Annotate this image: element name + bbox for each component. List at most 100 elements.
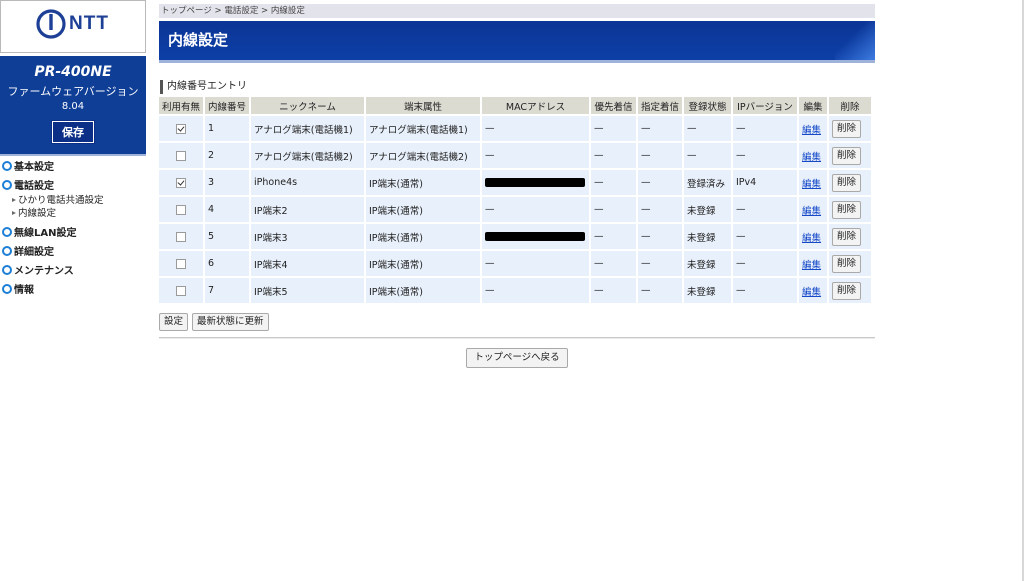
cell-priority: — xyxy=(591,224,636,251)
cell-status: 登録済み xyxy=(684,170,731,197)
nav-sub-label: ひかり電話共通設定 xyxy=(18,195,104,206)
edit-link[interactable]: 編集 xyxy=(802,179,821,190)
sidebar-nav: 基本設定 電話設定 ひかり電話共通設定 内線設定 無線LAN設定 詳細設定 メン… xyxy=(0,161,146,303)
delete-button[interactable]: 削除 xyxy=(832,119,862,138)
table-row: 5 IP端末3 IP端末(通常) — — 未登録 — 編集 削除 xyxy=(159,224,871,251)
cell-ipver: — xyxy=(733,116,797,143)
cell-number: 5 xyxy=(205,224,249,251)
edit-link[interactable]: 編集 xyxy=(802,287,821,298)
model-info: PR-400NE ファームウェアバージョン 8.04 保存 xyxy=(0,56,146,156)
cell-enabled xyxy=(159,143,203,170)
page-title-bar: 内線設定 xyxy=(159,21,875,63)
nav-item-label: 無線LAN設定 xyxy=(14,228,77,239)
nav-item-label: メンテナンス xyxy=(14,266,74,277)
table-header-row: 利用有無 内線番号 ニックネーム 端末属性 MACアドレス 優先着信 指定着信 … xyxy=(159,97,871,116)
back-to-top-button[interactable]: トップページへ戻る xyxy=(466,348,568,368)
extension-table: 利用有無 内線番号 ニックネーム 端末属性 MACアドレス 優先着信 指定着信 … xyxy=(157,97,873,305)
cell-edit: 編集 xyxy=(799,224,827,251)
bullet-icon xyxy=(2,246,12,256)
ntt-logo-icon xyxy=(36,9,66,39)
table-row: 4 IP端末2 IP端末(通常) — — — 未登録 — 編集 削除 xyxy=(159,197,871,224)
table-row: 3 iPhone4s IP端末(通常) — — 登録済み IPv4 編集 削除 xyxy=(159,170,871,197)
enabled-checkbox[interactable] xyxy=(176,123,186,134)
edit-link[interactable]: 編集 xyxy=(802,233,821,244)
enabled-checkbox[interactable] xyxy=(176,150,186,161)
cell-ipver: IPv4 xyxy=(733,170,797,197)
bullet-icon xyxy=(2,284,12,294)
enabled-checkbox[interactable] xyxy=(176,285,186,296)
nav-item-basic[interactable]: 基本設定 xyxy=(0,161,146,180)
triangle-right-icon xyxy=(12,198,16,202)
cell-delete: 削除 xyxy=(829,224,871,251)
edit-link[interactable]: 編集 xyxy=(802,152,821,163)
cell-status: 未登録 xyxy=(684,197,731,224)
enabled-checkbox[interactable] xyxy=(176,231,186,242)
cell-edit: 編集 xyxy=(799,170,827,197)
edit-link[interactable]: 編集 xyxy=(802,206,821,217)
nav-sub-hikari-common[interactable]: ひかり電話共通設定 xyxy=(0,195,146,208)
cell-mac: — xyxy=(482,143,589,170)
logo-text: NTT xyxy=(69,13,109,34)
nav-item-phone[interactable]: 電話設定 xyxy=(0,180,146,195)
firmware-label: ファームウェアバージョン xyxy=(7,85,139,98)
firmware-version: 8.04 xyxy=(61,101,85,112)
save-button[interactable]: 保存 xyxy=(51,120,95,144)
nav-item-info[interactable]: 情報 xyxy=(0,284,146,303)
enabled-checkbox[interactable] xyxy=(176,177,186,188)
delete-button[interactable]: 削除 xyxy=(832,200,862,219)
cell-mac xyxy=(482,170,589,197)
delete-button[interactable]: 削除 xyxy=(832,227,862,246)
cell-type: IP端末(通常) xyxy=(366,251,480,278)
cell-nickname: IP端末3 xyxy=(251,224,364,251)
nav-sub-extension[interactable]: 内線設定 xyxy=(0,208,146,221)
delete-button[interactable]: 削除 xyxy=(832,146,862,165)
cell-ipver: — xyxy=(733,224,797,251)
delete-button[interactable]: 削除 xyxy=(832,254,862,273)
col-mac: MACアドレス xyxy=(482,97,589,116)
col-status: 登録状態 xyxy=(684,97,731,116)
cell-enabled xyxy=(159,251,203,278)
col-delete: 削除 xyxy=(829,97,871,116)
nav-item-maintenance[interactable]: メンテナンス xyxy=(0,265,146,284)
model-name: PR-400NE xyxy=(34,64,112,80)
section-title: 内線番号エントリ xyxy=(160,80,875,94)
cell-designated: — xyxy=(638,197,682,224)
cell-nickname: アナログ端末(電話機2) xyxy=(251,143,364,170)
cell-enabled xyxy=(159,197,203,224)
enabled-checkbox[interactable] xyxy=(176,204,186,215)
nav-item-wlan[interactable]: 無線LAN設定 xyxy=(0,227,146,246)
cell-designated: — xyxy=(638,143,682,170)
cell-ipver: — xyxy=(733,197,797,224)
col-edit: 編集 xyxy=(799,97,827,116)
triangle-right-icon xyxy=(12,211,16,215)
apply-button[interactable]: 設定 xyxy=(159,313,189,331)
nav-item-advanced[interactable]: 詳細設定 xyxy=(0,246,146,265)
cell-nickname: iPhone4s xyxy=(251,170,364,197)
delete-button[interactable]: 削除 xyxy=(832,281,862,300)
cell-designated: — xyxy=(638,251,682,278)
cell-type: IP端末(通常) xyxy=(366,170,480,197)
cell-type: IP端末(通常) xyxy=(366,278,480,305)
cell-number: 7 xyxy=(205,278,249,305)
title-accent xyxy=(835,21,875,60)
table-row: 1 アナログ端末(電話機1) アナログ端末(電話機1) — — — — — 編集 削除 xyxy=(159,116,871,143)
bullet-icon xyxy=(2,161,12,171)
cell-number: 6 xyxy=(205,251,249,278)
edit-link[interactable]: 編集 xyxy=(802,260,821,271)
delete-button[interactable]: 削除 xyxy=(832,173,862,192)
cell-enabled xyxy=(159,224,203,251)
cell-designated: — xyxy=(638,278,682,305)
nav-item-label: 基本設定 xyxy=(14,162,54,173)
cell-status: 未登録 xyxy=(684,224,731,251)
sidebar: NTT PR-400NE ファームウェアバージョン 8.04 保存 基本設定 電… xyxy=(0,0,146,581)
edit-link[interactable]: 編集 xyxy=(802,125,821,136)
table-row: 6 IP端末4 IP端末(通常) — — — 未登録 — 編集 削除 xyxy=(159,251,871,278)
divider xyxy=(159,337,875,339)
cell-mac: — xyxy=(482,197,589,224)
bullet-icon xyxy=(2,265,12,275)
cell-delete: 削除 xyxy=(829,116,871,143)
refresh-button[interactable]: 最新状態に更新 xyxy=(192,313,269,331)
enabled-checkbox[interactable] xyxy=(176,258,186,269)
cell-priority: — xyxy=(591,143,636,170)
cell-nickname: アナログ端末(電話機1) xyxy=(251,116,364,143)
